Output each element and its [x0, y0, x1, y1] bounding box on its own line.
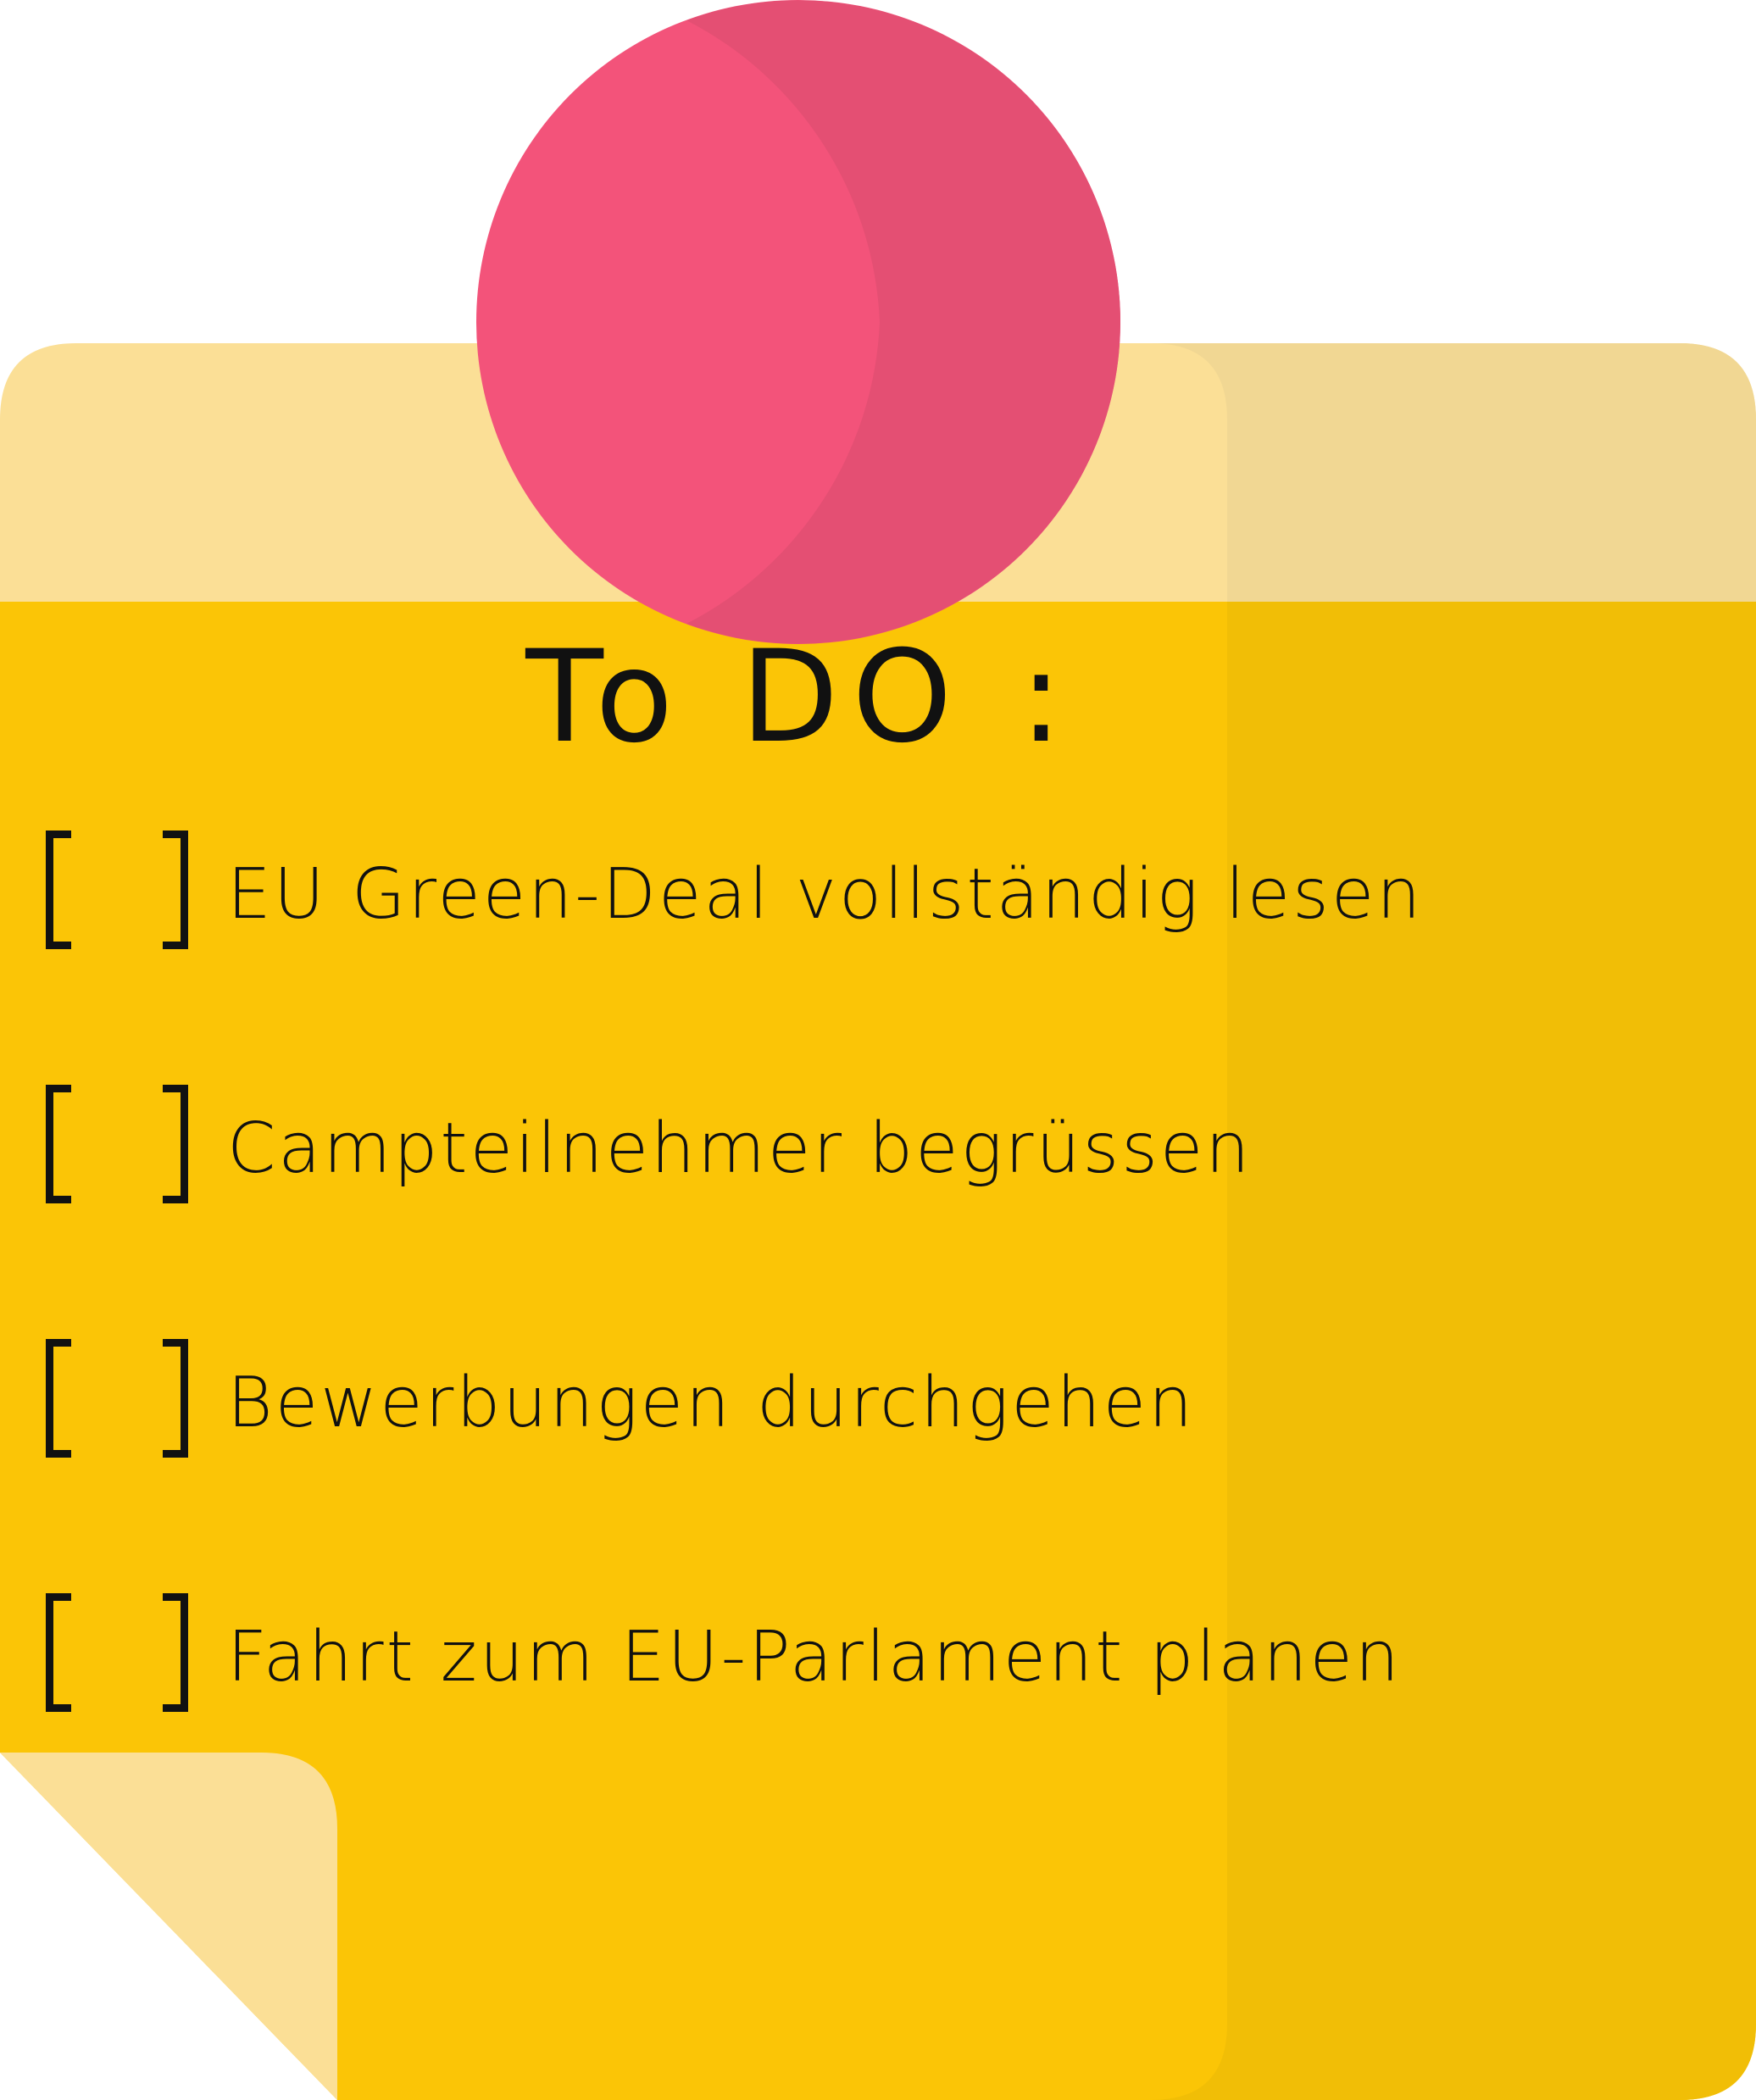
bracket-checkbox-icon[interactable] — [41, 1085, 193, 1212]
todo-item: Bewerbungen durchgehen — [41, 1339, 1727, 1466]
todo-item: Fahrt zum EU-Parlament planen — [41, 1593, 1727, 1720]
bracket-checkbox-icon[interactable] — [41, 831, 193, 958]
todo-item: EU Green-Deal vollständig lesen — [41, 831, 1727, 958]
bracket-checkbox-icon[interactable] — [41, 1339, 193, 1466]
left-bracket-icon — [46, 1593, 71, 1712]
todo-item-label: Fahrt zum EU-Parlament planen — [227, 1616, 1402, 1697]
right-bracket-icon — [163, 1339, 188, 1458]
todo-item-label: Campteilnehmer begrüssen — [227, 1108, 1253, 1189]
left-bracket-icon — [46, 1339, 71, 1458]
todo-list: EU Green-Deal vollständig lesen Campteil… — [41, 831, 1727, 1847]
todo-item: Campteilnehmer begrüssen — [41, 1085, 1727, 1212]
bracket-checkbox-icon[interactable] — [41, 1593, 193, 1720]
todo-item-label: EU Green-Deal vollständig lesen — [227, 853, 1424, 935]
sticky-note-canvas: To DO : EU Green-Deal vollständig lesen … — [0, 0, 1756, 2100]
todo-item-label: Bewerbungen durchgehen — [227, 1362, 1196, 1443]
left-bracket-icon — [46, 831, 71, 949]
note-top-band-shade — [1151, 343, 1756, 602]
pushpin-circle-icon — [476, 0, 1120, 644]
right-bracket-icon — [163, 1593, 188, 1712]
note-title: To DO : — [525, 624, 1076, 771]
right-bracket-icon — [163, 1085, 188, 1203]
left-bracket-icon — [46, 1085, 71, 1203]
right-bracket-icon — [163, 831, 188, 949]
